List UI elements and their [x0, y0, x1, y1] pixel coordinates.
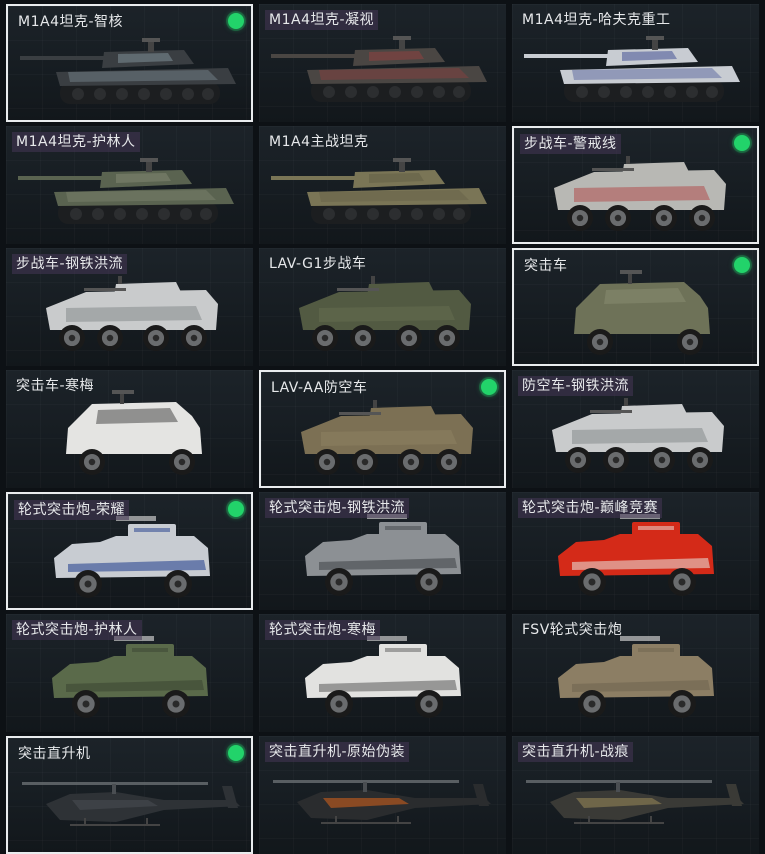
vehicle-card[interactable]: 轮式突击炮-钢铁洪流	[259, 492, 506, 610]
equipped-indicator-icon	[228, 13, 244, 29]
equipped-indicator-icon	[481, 379, 497, 395]
vehicle-name: 突击车	[524, 258, 568, 274]
vehicle-card[interactable]: 轮式突击炮-荣耀	[6, 492, 253, 610]
vehicle-name: 轮式突击炮-钢铁洪流	[265, 498, 410, 518]
vehicle-card[interactable]: LAV-G1步战车	[259, 248, 506, 366]
vehicle-card[interactable]: 步战车-钢铁洪流	[6, 248, 253, 366]
vehicle-card[interactable]: 突击车-寒梅	[6, 370, 253, 488]
vehicle-name: M1A4坦克-智核	[18, 14, 124, 30]
vehicle-card[interactable]: 轮式突击炮-寒梅	[259, 614, 506, 732]
vehicle-card[interactable]: M1A4主战坦克	[259, 126, 506, 244]
vehicle-name: LAV-AA防空车	[271, 380, 368, 396]
vehicle-name: 轮式突击炮-荣耀	[14, 500, 130, 520]
vehicle-name: 突击直升机-战痕	[518, 742, 634, 762]
vehicle-name: 步战车-警戒线	[520, 134, 621, 154]
vehicle-card[interactable]: M1A4坦克-护林人	[6, 126, 253, 244]
vehicle-name: M1A4坦克-护林人	[12, 132, 140, 152]
vehicle-card[interactable]: 防空车-钢铁洪流	[512, 370, 759, 488]
vehicle-card[interactable]: 轮式突击炮-巅峰竞赛	[512, 492, 759, 610]
vehicle-card[interactable]: 突击直升机-原始伪装	[259, 736, 506, 854]
vehicle-name: M1A4坦克-哈夫克重工	[522, 12, 671, 28]
vehicle-name: 防空车-钢铁洪流	[518, 376, 634, 396]
vehicle-card[interactable]: 步战车-警戒线	[512, 126, 759, 244]
vehicle-card[interactable]: FSV轮式突击炮	[512, 614, 759, 732]
vehicle-card[interactable]: M1A4坦克-智核	[6, 4, 253, 122]
vehicle-name: LAV-G1步战车	[269, 256, 367, 272]
vehicle-card[interactable]: 轮式突击炮-护林人	[6, 614, 253, 732]
vehicle-name: M1A4主战坦克	[269, 134, 369, 150]
vehicle-card[interactable]: LAV-AA防空车	[259, 370, 506, 488]
vehicle-name: 轮式突击炮-巅峰竞赛	[518, 498, 663, 518]
equipped-indicator-icon	[734, 257, 750, 273]
equipped-indicator-icon	[228, 501, 244, 517]
vehicle-name: 突击直升机	[18, 746, 91, 762]
vehicle-card[interactable]: 突击直升机-战痕	[512, 736, 759, 854]
vehicle-name: 轮式突击炮-寒梅	[265, 620, 381, 640]
vehicle-name: M1A4坦克-凝视	[265, 10, 379, 30]
vehicle-name: 步战车-钢铁洪流	[12, 254, 128, 274]
vehicle-name: FSV轮式突击炮	[522, 622, 623, 638]
vehicle-card[interactable]: M1A4坦克-哈夫克重工	[512, 4, 759, 122]
equipped-indicator-icon	[228, 745, 244, 761]
vehicle-skin-grid: M1A4坦克-智核 M1A4坦克-凝视 M1A4坦克-哈夫克重工 M1A4坦克-…	[0, 0, 765, 854]
vehicle-card[interactable]: 突击车	[512, 248, 759, 366]
vehicle-card[interactable]: 突击直升机	[6, 736, 253, 854]
vehicle-card[interactable]: M1A4坦克-凝视	[259, 4, 506, 122]
vehicle-name: 轮式突击炮-护林人	[12, 620, 142, 640]
equipped-indicator-icon	[734, 135, 750, 151]
vehicle-name: 突击直升机-原始伪装	[265, 742, 410, 762]
vehicle-name: 突击车-寒梅	[16, 378, 95, 394]
